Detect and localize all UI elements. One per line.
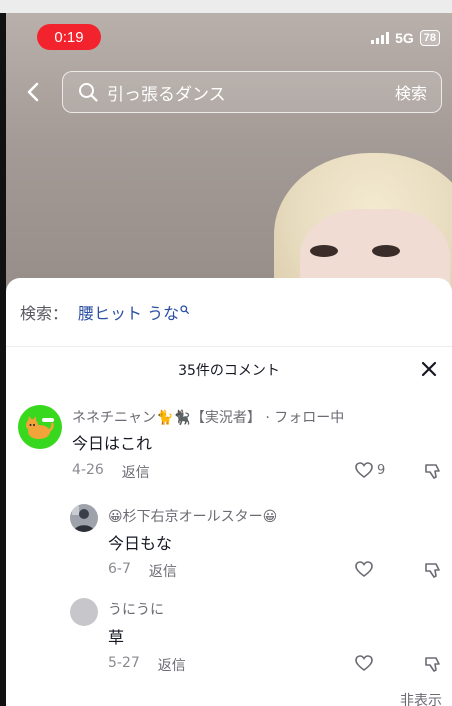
reply-button[interactable]: 返信 <box>122 462 150 482</box>
close-icon[interactable] <box>420 360 438 378</box>
video-player[interactable] <box>6 13 452 313</box>
signal-icon <box>371 32 390 44</box>
dislike-icon[interactable] <box>424 561 442 579</box>
battery-icon: 78 <box>419 30 440 46</box>
divider <box>6 346 452 347</box>
heart-icon <box>355 655 373 672</box>
avatar[interactable] <box>70 598 98 626</box>
like-button[interactable] <box>354 654 377 672</box>
heart-icon <box>355 561 373 578</box>
reply-button[interactable]: 返信 <box>149 561 177 581</box>
screen-record-timer: 0:19 <box>37 24 101 50</box>
related-search-label: 検索： <box>20 304 69 323</box>
comment-text: 今日もな <box>108 534 173 553</box>
comment-text: 今日はこれ <box>72 434 153 453</box>
search-input[interactable]: 引っ張るダンス <box>107 80 395 105</box>
comment-meta: 4-26 返信 <box>72 462 150 482</box>
reply-button[interactable]: 返信 <box>158 655 186 675</box>
like-button[interactable] <box>354 560 377 578</box>
comment-username[interactable]: うにうに <box>108 599 164 619</box>
search-icon <box>180 305 190 314</box>
search-bar[interactable]: 引っ張るダンス 検索 <box>62 71 442 113</box>
comments-count-title: 35件のコメント <box>178 363 280 379</box>
like-count: 9 <box>377 462 386 478</box>
comment-username[interactable]: ネネチニャン🐈🐈‍⬛【実況者】 · フォロー中 <box>72 407 344 427</box>
comment-text: 草 <box>108 628 125 647</box>
avatar[interactable] <box>18 405 62 449</box>
video-person-eye <box>310 245 338 257</box>
comments-sheet: 検索： 腰ヒット うな 35件のコメント ネネチニャン🐈🐈‍⬛【実況者】 · フ… <box>6 278 452 706</box>
search-icon <box>79 83 98 102</box>
like-button[interactable]: 9 <box>354 461 385 479</box>
status-bar: 5G 78 <box>371 30 440 46</box>
cat-avatar-icon <box>26 416 54 439</box>
back-arrow-icon[interactable] <box>22 80 46 104</box>
network-label: 5G <box>395 30 414 46</box>
comment-meta: 5-27 返信 <box>108 655 186 675</box>
related-search-link[interactable]: 検索： 腰ヒット うな <box>20 300 190 324</box>
person-avatar-icon <box>72 506 94 532</box>
heart-icon <box>355 462 373 479</box>
hide-replies-button[interactable]: 非表示 <box>400 690 442 706</box>
comment-meta: 6-7 返信 <box>108 561 177 581</box>
comment-username[interactable]: 😀杉下右京オールスター😀 <box>108 506 277 526</box>
dislike-icon[interactable] <box>424 462 442 480</box>
comment-date: 6-7 <box>108 561 131 577</box>
top-strip <box>0 0 452 13</box>
comment-date: 4-26 <box>72 462 104 478</box>
dislike-icon[interactable] <box>424 655 442 673</box>
search-submit-button[interactable]: 検索 <box>395 80 427 104</box>
video-person-eye <box>372 245 400 257</box>
comment-date: 5-27 <box>108 655 140 671</box>
related-search-term[interactable]: 腰ヒット うな <box>78 300 179 324</box>
avatar[interactable] <box>70 504 98 532</box>
